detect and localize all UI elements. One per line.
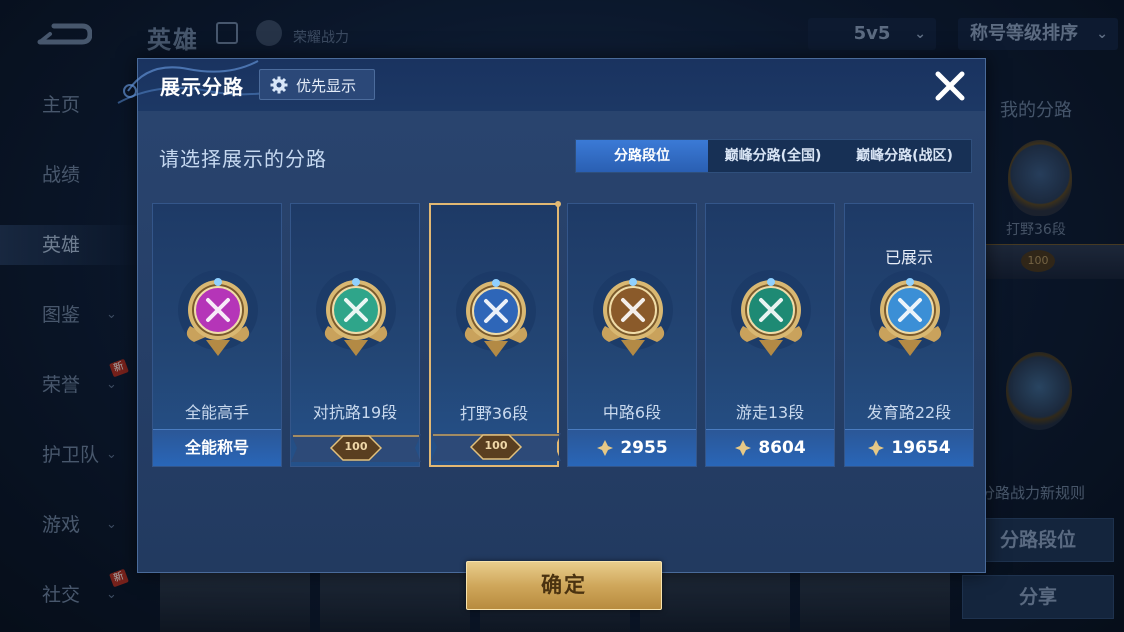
- lane-card-name: 游走13段: [735, 403, 805, 422]
- selected-corner-icon: [555, 201, 561, 207]
- lane-card[interactable]: 打野36段 100: [429, 201, 561, 467]
- lane-badge-icon: [593, 266, 673, 362]
- dialog-header: 展示分路 优先显示: [117, 59, 985, 111]
- lane-card-name: 打野36段: [459, 404, 529, 423]
- power-icon: [868, 439, 885, 456]
- dialog-body: 请选择展示的分路 分路段位 巅峰分路(全国) 巅峰分路(战区) 全能高手全能称号…: [139, 119, 984, 610]
- power-icon: [735, 439, 752, 456]
- power-score: 19654: [891, 437, 951, 458]
- lane-tabs: 分路段位 巅峰分路(全国) 巅峰分路(战区): [575, 139, 972, 173]
- lane-card-footer: 全能称号: [153, 429, 281, 466]
- shown-label: 已展示: [884, 248, 933, 267]
- lane-card-name: 中路6段: [602, 403, 662, 422]
- lane-badge-icon: [316, 266, 396, 362]
- lane-card[interactable]: 对抗路19段 100: [290, 203, 421, 467]
- lane-card-footer: 19654: [845, 429, 973, 466]
- lane-card[interactable]: 游走13段 8604: [705, 203, 835, 467]
- display-lane-dialog: 展示分路 优先显示 请选择展示的分路 分路段位 巅峰分路(全国) 巅峰分路(战区…: [117, 58, 986, 610]
- priority-display-label: 优先显示: [296, 77, 357, 95]
- lane-card[interactable]: 中路6段 2955: [567, 203, 697, 467]
- lane-card[interactable]: 全能高手 全能称号: [152, 203, 282, 467]
- dialog-subtitle: 请选择展示的分路: [159, 147, 327, 171]
- close-icon[interactable]: [933, 69, 967, 103]
- power-score: 2955: [620, 437, 668, 458]
- lane-card[interactable]: 已展示发育路22段 19654: [844, 203, 974, 467]
- lane-card-name: 对抗路19段: [312, 403, 398, 422]
- tab-peak-region[interactable]: 巅峰分路(战区): [838, 140, 971, 172]
- tab-lane-rank[interactable]: 分路段位: [576, 140, 708, 172]
- power-icon: [597, 439, 614, 456]
- dialog-title: 展示分路: [160, 75, 244, 99]
- lane-card-list: 全能高手 全能称号 对抗路19段 100 打野36段 100 中路6段 2955 游走13段 86…: [152, 201, 974, 467]
- confirm-label: 确定: [541, 573, 587, 597]
- confirm-button[interactable]: 确定: [466, 561, 662, 610]
- ribbon-value: 100: [484, 439, 508, 452]
- lane-card-name: 全能高手: [184, 403, 249, 422]
- ribbon-value: 100: [344, 440, 368, 453]
- priority-display-button[interactable]: 优先显示: [259, 69, 375, 100]
- title-label: 全能称号: [184, 438, 249, 457]
- gear-icon: [270, 76, 288, 94]
- lane-card-footer: 2955: [568, 429, 696, 466]
- rank-ribbon: 100: [291, 430, 421, 466]
- rank-ribbon: 100: [431, 429, 561, 465]
- lane-badge-icon: [178, 266, 258, 362]
- lane-badge-icon: [731, 266, 811, 362]
- lane-card-name: 发育路22段: [866, 403, 952, 422]
- lane-badge-icon: [456, 267, 536, 363]
- lane-card-footer: 8604: [706, 429, 834, 466]
- lane-badge-icon: [870, 266, 950, 362]
- tab-peak-national[interactable]: 巅峰分路(全国): [708, 140, 838, 172]
- power-score: 8604: [758, 437, 806, 458]
